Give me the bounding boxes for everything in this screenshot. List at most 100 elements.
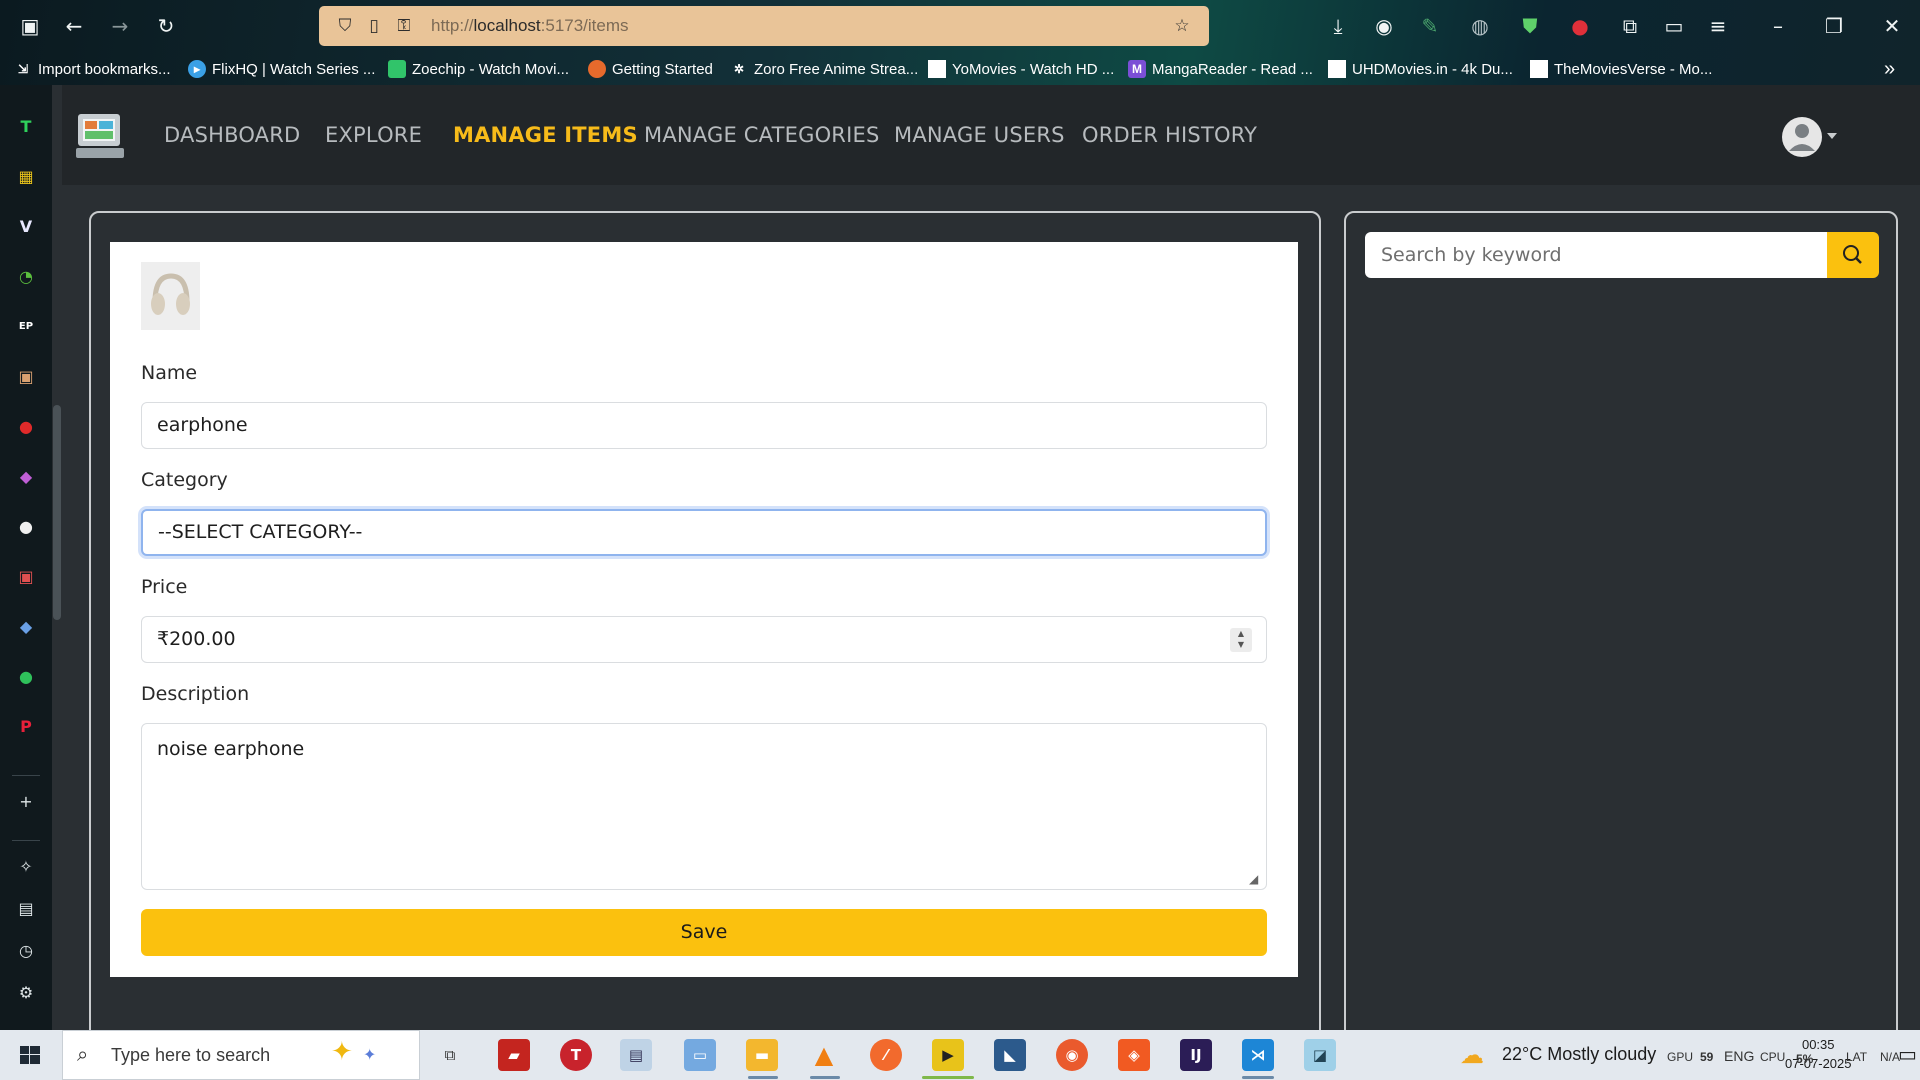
sparkle-icon[interactable]: ✧: [14, 855, 38, 879]
lock-extension-icon[interactable]: ●: [1564, 10, 1596, 42]
downloads-icon[interactable]: ⤓: [1322, 10, 1354, 42]
clock[interactable]: 00:35 07-07-2025: [1785, 1035, 1852, 1073]
app-icon[interactable]: ◆: [14, 615, 38, 639]
name-field[interactable]: earphone: [141, 402, 1267, 449]
bookmark-item[interactable]: Getting Started: [588, 58, 713, 80]
bookmark-item[interactable]: ✲ Zoro Free Anime Strea...: [730, 58, 918, 80]
lat-label: LAT: [1846, 1050, 1868, 1064]
nav-explore[interactable]: EXPLORE: [325, 123, 422, 147]
app-icon[interactable]: ●: [14, 665, 38, 689]
app-icon[interactable]: ●: [14, 515, 38, 539]
nav-order-history[interactable]: ORDER HISTORY: [1082, 123, 1257, 147]
browser-toolbar: ▣ ← → ↻ ⛉ ▯ ⚿ http://localhost:5173/item…: [0, 0, 1920, 52]
search-button[interactable]: [1827, 232, 1879, 278]
app-icon[interactable]: ●: [14, 415, 38, 439]
category-select[interactable]: --SELECT CATEGORY--: [141, 509, 1267, 556]
shield-extension-icon[interactable]: ⛊: [1514, 10, 1546, 42]
app-icon[interactable]: ▦: [14, 165, 38, 189]
intellij-icon[interactable]: IJ: [1180, 1039, 1212, 1071]
app-icon[interactable]: ▭: [684, 1039, 716, 1071]
app-icon[interactable]: ▰: [498, 1039, 530, 1071]
brave-icon[interactable]: ◈: [1118, 1039, 1150, 1071]
forward-icon[interactable]: →: [104, 10, 136, 42]
page-info-icon[interactable]: ▯: [362, 14, 386, 38]
file-explorer-icon[interactable]: ▬: [746, 1039, 778, 1071]
nav-manage-items[interactable]: MANAGE ITEMS: [453, 123, 638, 147]
navbar: DASHBOARD EXPLORE MANAGE ITEMS MANAGE CA…: [62, 85, 1920, 185]
back-icon[interactable]: ←: [58, 10, 90, 42]
permissions-key-icon[interactable]: ⚿: [392, 14, 416, 38]
bookmarks-bar: ⇲ Import bookmarks... ▸ FlixHQ | Watch Ser…: [0, 52, 1920, 85]
epic-games-icon[interactable]: EP: [14, 315, 38, 339]
bookmark-item[interactable]: TheMoviesVerse - Mo...: [1530, 58, 1712, 80]
sparkle-icon: ✦: [363, 1045, 377, 1064]
p-app-icon[interactable]: P: [14, 715, 38, 739]
bookmark-item[interactable]: ▸ FlixHQ | Watch Series ...: [188, 58, 375, 80]
bookmark-item[interactable]: M MangaReader - Read ...: [1128, 58, 1313, 80]
description-label: Description: [141, 683, 250, 705]
item-image-thumbnail[interactable]: [141, 262, 200, 330]
bookmarks-overflow-icon[interactable]: »: [1884, 58, 1895, 80]
app-icon[interactable]: ◣: [994, 1039, 1026, 1071]
sidebar-panel-icon[interactable]: ▭: [1658, 10, 1690, 42]
shield-icon[interactable]: ⛉: [333, 14, 357, 38]
app-icon[interactable]: ▣: [14, 365, 38, 389]
nav-manage-users[interactable]: MANAGE USERS: [894, 123, 1065, 147]
notification-icon[interactable]: ▭: [1898, 1042, 1917, 1066]
minimize-icon[interactable]: –: [1762, 10, 1794, 42]
t-app-icon[interactable]: T: [14, 115, 38, 139]
bookmark-item[interactable]: Zoechip - Watch Movi...: [388, 58, 569, 80]
extensions-puzzle-icon[interactable]: ⧉: [1614, 10, 1646, 42]
logo-computer-icon[interactable]: [74, 112, 126, 162]
divider: [12, 840, 40, 841]
globe-icon[interactable]: ◍: [1464, 10, 1496, 42]
bookmark-item[interactable]: UHDMovies.in - 4k Du...: [1328, 58, 1513, 80]
user-menu[interactable]: [1782, 115, 1842, 159]
app-icon[interactable]: ◔: [14, 265, 38, 289]
nav-dashboard[interactable]: DASHBOARD: [164, 123, 300, 147]
reload-icon[interactable]: ↻: [150, 10, 182, 42]
account-icon[interactable]: ◉: [1368, 10, 1400, 42]
app-icon[interactable]: ▶: [932, 1039, 964, 1071]
weather-text[interactable]: 22°C Mostly cloudy: [1502, 1044, 1656, 1065]
sidebar-scrollbar[interactable]: [53, 405, 61, 620]
app-icon[interactable]: ◪: [1304, 1039, 1336, 1071]
settings-gear-icon[interactable]: ⚙: [14, 981, 38, 1005]
app-icon[interactable]: ⁄: [870, 1039, 902, 1071]
app-icon[interactable]: ▣: [14, 565, 38, 589]
start-button[interactable]: [0, 1030, 62, 1080]
close-icon[interactable]: ✕: [1876, 10, 1908, 42]
language-indicator[interactable]: ENG: [1724, 1048, 1754, 1064]
t-app-icon[interactable]: T: [560, 1039, 592, 1071]
firefox-icon[interactable]: ◉: [1056, 1039, 1088, 1071]
add-icon[interactable]: +: [14, 790, 38, 814]
mangareader-icon: M: [1128, 60, 1146, 78]
restore-icon[interactable]: ❐: [1818, 10, 1850, 42]
sidebar-toggle-icon[interactable]: ▣: [14, 10, 46, 42]
weather-cloudy-icon[interactable]: ☁: [1460, 1041, 1484, 1069]
library-icon[interactable]: ▤: [14, 897, 38, 921]
address-bar[interactable]: ⛉ ▯ ⚿ http://localhost:5173/items ☆: [319, 6, 1209, 46]
price-stepper-icon[interactable]: ▲ ▼: [1230, 628, 1252, 652]
bookmark-item[interactable]: YoMovies - Watch HD ...: [928, 58, 1114, 80]
resize-grip-icon[interactable]: ◢: [1249, 872, 1263, 886]
v-app-icon[interactable]: V: [14, 215, 38, 239]
save-button[interactable]: Save: [141, 909, 1267, 956]
nav-manage-categories[interactable]: MANAGE CATEGORIES: [644, 123, 880, 147]
menu-icon[interactable]: ≡: [1702, 10, 1734, 42]
description-textarea[interactable]: noise earphone ◢: [141, 723, 1267, 890]
copilot-sparkle-icon[interactable]: ✦: [331, 1037, 353, 1067]
search-input[interactable]: Search by keyword: [1365, 232, 1827, 278]
vscode-icon[interactable]: ⋊: [1242, 1039, 1274, 1071]
taskbar-search[interactable]: ⌕ Type here to search ✦ ✦: [62, 1030, 420, 1080]
price-field[interactable]: ₹200.00 ▲ ▼: [141, 616, 1267, 663]
bookmark-item[interactable]: ⇲ Import bookmarks...: [14, 58, 171, 80]
import-icon: ⇲: [17, 62, 29, 76]
app-icon[interactable]: ▤: [620, 1039, 652, 1071]
vlc-icon[interactable]: ▲: [808, 1039, 840, 1071]
task-view-icon[interactable]: ⧉: [434, 1039, 466, 1071]
history-icon[interactable]: ◷: [14, 939, 38, 963]
extension-icon[interactable]: ✎: [1414, 10, 1446, 42]
bookmark-star-icon[interactable]: ☆: [1170, 14, 1194, 38]
app-icon[interactable]: ◆: [14, 465, 38, 489]
